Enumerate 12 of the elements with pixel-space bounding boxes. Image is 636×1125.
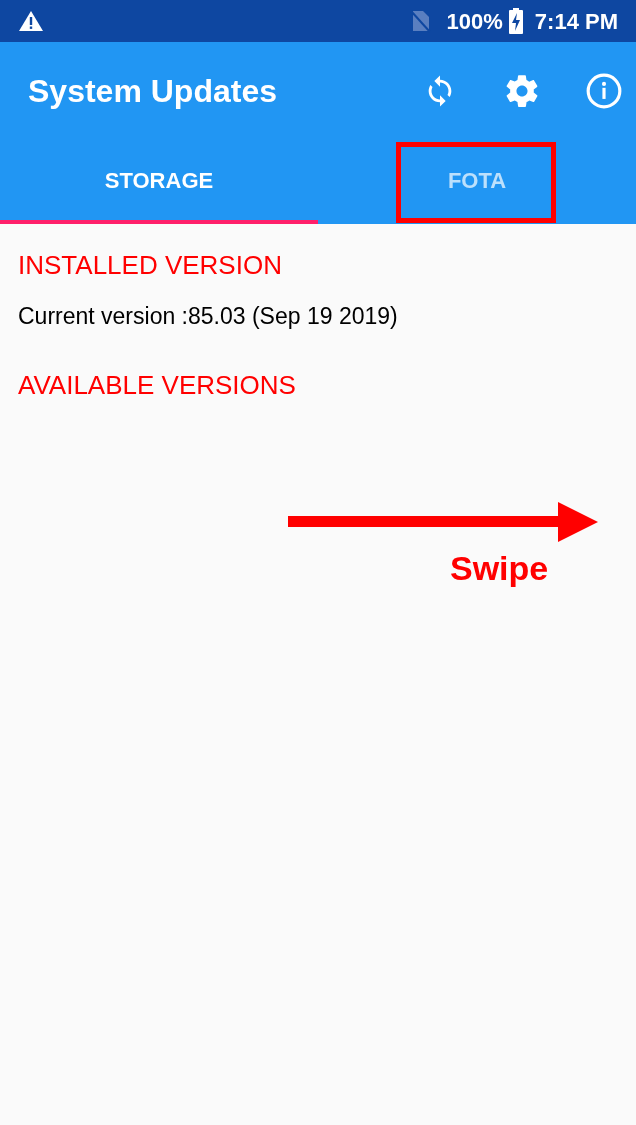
tab[interactable]: FOTA: [318, 140, 636, 224]
battery-charging-icon: [508, 8, 523, 34]
info-icon[interactable]: [584, 71, 624, 111]
tab[interactable]: STORAGE: [0, 140, 318, 224]
warning-icon: [18, 10, 44, 32]
app-title: System Updates: [28, 72, 278, 111]
battery-percent: 100%: [446, 7, 503, 36]
section-heading: AVAILABLE VERSIONS: [18, 368, 297, 402]
swipe-label: Swipe: [450, 548, 549, 589]
section-heading: INSTALLED VERSION: [18, 249, 283, 282]
current-version: Current version :85.03 (Sep 19 2019): [18, 302, 399, 331]
clock: 7:14 PM: [534, 7, 618, 36]
